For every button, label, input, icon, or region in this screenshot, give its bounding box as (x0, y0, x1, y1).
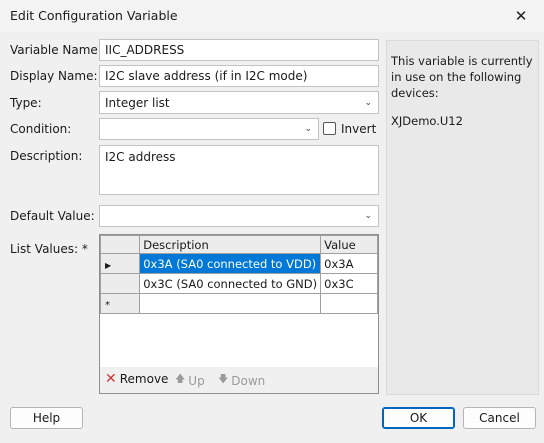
remove-label: Remove (119, 372, 169, 386)
help-button[interactable]: Help (10, 407, 83, 429)
type-label: Type: (10, 96, 42, 110)
condition-dropdown[interactable]: ⌄ (99, 118, 319, 140)
row-description-cell[interactable]: 0x3A (SA0 connected to VDD) (139, 253, 322, 274)
type-value: Integer list (105, 95, 170, 110)
table-row-new[interactable]: * (99, 293, 378, 314)
description-value: I2C address (105, 150, 176, 164)
display-name-label: Display Name: * (10, 69, 108, 83)
table-row[interactable]: 0x3C (SA0 connected to GND) 0x3C (99, 273, 378, 294)
variable-name-value: IIC_ADDRESS (105, 43, 185, 57)
close-icon: ✕ (514, 7, 528, 25)
chevron-down-icon: ⌄ (304, 124, 312, 134)
type-dropdown[interactable]: Integer list ⌄ (99, 91, 379, 114)
row-value-cell[interactable]: 0x3A (320, 253, 378, 274)
invert-label: Invert (341, 122, 377, 136)
x-icon: ✕ (105, 371, 117, 387)
down-button[interactable]: 🡇 Down (218, 372, 265, 389)
list-toolbar: ✕ Remove 🡅 Up 🡇 Down (100, 367, 378, 393)
description-label: Description: (10, 149, 83, 163)
new-row-icon[interactable]: * (99, 293, 141, 314)
remove-button[interactable]: ✕ Remove (105, 372, 168, 386)
default-value-label: Default Value: (10, 209, 95, 223)
default-value-dropdown[interactable]: ⌄ (99, 205, 379, 227)
cancel-button[interactable]: Cancel (463, 407, 536, 429)
display-name-value: I2C slave address (if in I2C mode) (105, 69, 308, 83)
variable-name-field[interactable]: IIC_ADDRESS (99, 39, 379, 61)
info-text: This variable is currently in use on the… (391, 54, 533, 100)
title-bar: Edit Configuration Variable ✕ (0, 0, 544, 32)
variable-name-label: Variable Name: * (10, 43, 112, 57)
table-row[interactable]: ▶ 0x3A (SA0 connected to VDD) 0x3A (99, 253, 378, 274)
list-values-table: Description Value ▶ 0x3A (SA0 connected … (99, 235, 378, 314)
ok-button[interactable]: OK (382, 407, 455, 429)
info-panel: This variable is currently in use on the… (386, 40, 539, 395)
chevron-down-icon: ⌄ (364, 97, 372, 108)
up-button[interactable]: 🡅 Up (175, 372, 205, 389)
list-values-grid[interactable]: Description Value ▶ 0x3A (SA0 connected … (99, 234, 379, 394)
column-header-description[interactable]: Description (139, 235, 322, 254)
window-title: Edit Configuration Variable (10, 8, 178, 23)
row-description-cell[interactable] (139, 293, 322, 314)
arrow-up-icon: 🡅 (175, 374, 186, 385)
description-textarea[interactable]: I2C address (99, 145, 379, 195)
row-header-corner (99, 235, 141, 254)
row-pointer-icon[interactable]: ▶ (99, 253, 141, 274)
condition-label: Condition: (10, 122, 72, 136)
table-header-row: Description Value (99, 235, 378, 254)
device-list-item: XJDemo.U12 (391, 114, 463, 128)
row-value-cell[interactable]: 0x3C (320, 273, 378, 294)
row-description-cell[interactable]: 0x3C (SA0 connected to GND) (139, 273, 322, 294)
dialog-window: Edit Configuration Variable ✕ Variable N… (0, 0, 544, 443)
up-label: Up (188, 373, 205, 388)
column-header-value[interactable]: Value (320, 235, 378, 254)
down-label: Down (231, 373, 266, 388)
invert-checkbox[interactable] (323, 122, 336, 135)
list-values-label: List Values: * (10, 242, 88, 256)
row-value-cell[interactable] (320, 293, 378, 314)
row-header[interactable] (99, 273, 141, 294)
display-name-field[interactable]: I2C slave address (if in I2C mode) (99, 65, 379, 87)
arrow-down-icon: 🡇 (218, 374, 229, 385)
chevron-down-icon: ⌄ (364, 211, 372, 221)
close-button[interactable]: ✕ (498, 0, 544, 32)
